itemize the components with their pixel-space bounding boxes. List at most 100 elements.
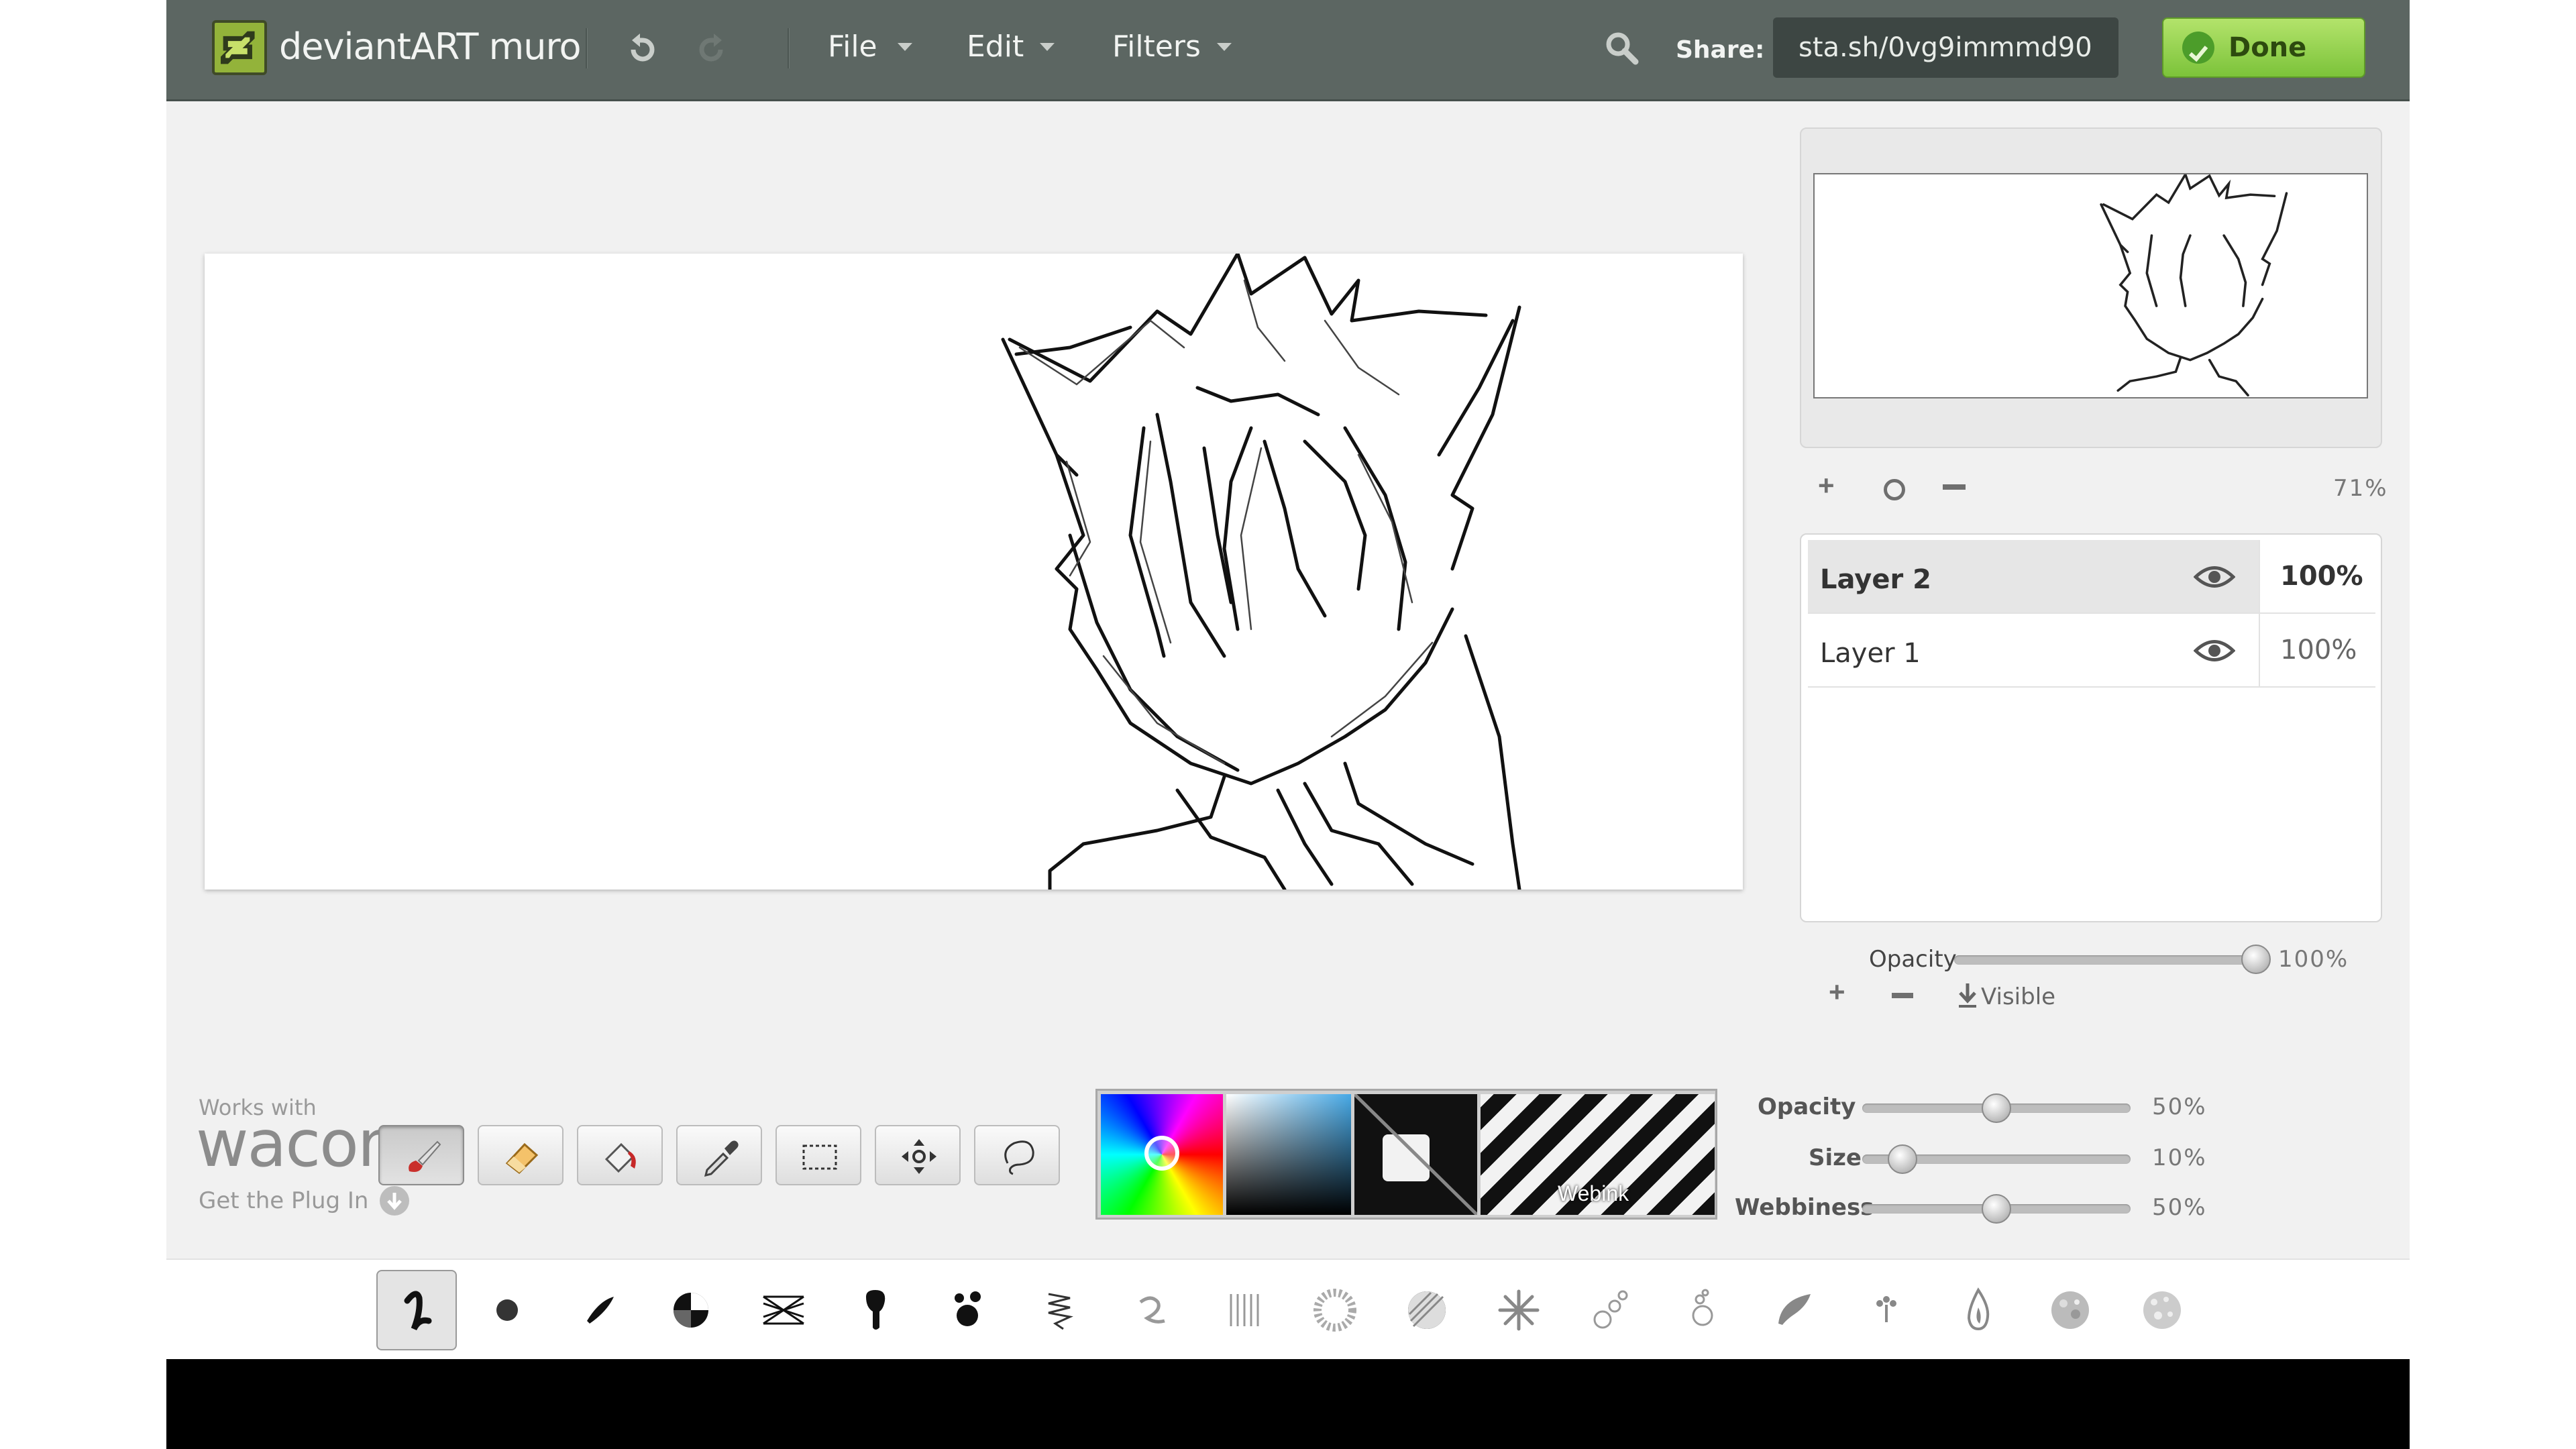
brush-splatter-button[interactable] [927,1270,1008,1350]
flame-icon [1967,1287,1990,1331]
brush-flame-button[interactable] [1938,1270,2019,1350]
brush-soft-round-button[interactable] [467,1270,547,1350]
menu-filters[interactable]: Filters [1112,30,1201,64]
zoom-reset-icon[interactable] [1884,479,1905,500]
brush-bubbles-button[interactable] [1570,1270,1651,1350]
layer-name: Layer 2 [1820,564,1931,595]
sketchy-lines-icon [1048,1293,1073,1330]
feather-stroke-icon [1778,1294,1811,1325]
checkmark-icon [2182,32,2214,64]
brush-size-slider-knob[interactable] [1888,1144,1917,1174]
move-tool-button[interactable] [875,1125,961,1185]
menu-file[interactable]: File [828,30,877,64]
done-button-label: Done [2229,32,2307,63]
chevron-down-icon [1040,43,1055,51]
webink-texture[interactable]: Webink [1481,1094,1715,1215]
get-plugin-link[interactable]: Get the Plug In [199,1187,368,1214]
split-circle-icon [674,1293,708,1328]
color-wheel[interactable] [1101,1094,1223,1215]
brush-lines-button[interactable] [1203,1270,1283,1350]
brush-size-label: Size [1809,1144,1862,1171]
share-url-field[interactable]: sta.sh/0vg9immmd90 [1773,17,2118,78]
burst-icon [1498,1289,1540,1331]
eraser-tool-button[interactable] [478,1125,564,1185]
layer-row[interactable]: Layer 2 100% [1808,540,2375,614]
eye-icon[interactable] [2194,563,2235,591]
hatch-circle-icon [1408,1291,1446,1329]
select-tool-button[interactable] [775,1125,861,1185]
shade-picker[interactable] [1226,1094,1351,1215]
brush-burst-button[interactable] [1479,1270,1559,1350]
layer-opacity-slider[interactable] [1954,955,2256,965]
brush-feather-button[interactable] [1754,1270,1835,1350]
vertical-lines-icon [1230,1294,1259,1326]
brush-leaf-button[interactable] [1846,1270,1927,1350]
brush-circles-button[interactable] [1662,1270,1743,1350]
brush-webbiness-label: Webbiness [1735,1194,1874,1221]
redo-icon[interactable] [691,30,731,70]
layer-opacity: 100% [2259,614,2375,686]
deviantart-logo-icon[interactable] [212,20,267,75]
download-icon[interactable] [1957,982,1978,1009]
brush-sparkle-button[interactable] [2122,1270,2202,1350]
brush-webbiness-value: 50% [2152,1194,2207,1221]
brush-pen-button[interactable] [376,1270,457,1350]
add-layer-icon[interactable]: + [1829,976,1845,1008]
brush-hatch-button[interactable] [1387,1270,1467,1350]
eye-icon[interactable] [2194,637,2235,665]
toolbar-divider [788,28,790,68]
zoom-out-icon[interactable] [1943,484,1966,490]
brush-webbiness-slider-knob[interactable] [1982,1194,2011,1224]
drawing-canvas[interactable] [205,252,1743,892]
fill-tool-button[interactable] [577,1125,663,1185]
marquee-select-icon [802,1144,837,1170]
zoom-in-icon[interactable]: + [1818,470,1835,502]
brush-texture-button[interactable] [2030,1270,2110,1350]
brush-opacity-slider-knob[interactable] [1982,1093,2011,1123]
move-arrows-icon [902,1139,936,1174]
sparkle-ball-icon [2143,1291,2181,1329]
brush-size-value: 10% [2152,1144,2207,1171]
eraser-icon [505,1142,539,1174]
navigator-thumbnail[interactable] [1813,173,2368,398]
primary-secondary-swatch[interactable] [1354,1094,1477,1215]
download-circle-icon[interactable] [380,1186,409,1216]
brush-opacity-value: 50% [2152,1093,2207,1120]
sketch-drawing [1001,252,1521,892]
search-icon[interactable] [1602,28,1642,68]
brush-tool-button[interactable] [378,1125,464,1185]
undo-icon[interactable] [623,30,663,70]
lasso-icon [1004,1140,1034,1175]
done-button[interactable]: Done [2162,17,2365,78]
layer-opacity-slider-knob[interactable] [2241,945,2271,974]
brush-curve-button[interactable] [1111,1270,1191,1350]
curve-stroke-icon [1139,1296,1165,1324]
muro-app: deviantART muro File Edit Filters Share:… [166,0,2410,1449]
brush-dotted-button[interactable] [1295,1270,1375,1350]
brush-calligraphy-button[interactable] [559,1270,639,1350]
sketch-thumbnail [2100,174,2288,396]
pen-stroke-icon [404,1291,432,1331]
paint-drip-icon [866,1290,885,1330]
splatter-dots-icon [955,1291,981,1326]
lasso-tool-button[interactable] [974,1125,1060,1185]
brush-pie-button[interactable] [651,1270,731,1350]
brush-sketchy-button[interactable] [1019,1270,1099,1350]
menu-edit[interactable]: Edit [967,30,1024,64]
layer-row[interactable]: Layer 1 100% [1808,614,2375,688]
brush-drip-button[interactable] [835,1270,916,1350]
remove-layer-icon[interactable] [1892,993,1913,998]
color-picker-handle[interactable] [1144,1136,1179,1171]
paint-bucket-icon [604,1142,636,1173]
share-label: Share: [1676,36,1765,64]
layer-opacity-label: Opacity [1869,946,1957,973]
bubbles-icon [1593,1290,1628,1329]
layer-opacity-value: 100% [2278,946,2349,973]
dotted-circle-icon [1313,1289,1356,1332]
webink-label: Webink [1558,1181,1629,1205]
layer-name: Layer 1 [1820,638,1921,669]
merge-visible-button[interactable]: Visible [1981,983,2055,1010]
brush-crosshatch-button[interactable] [743,1270,824,1350]
eyedropper-tool-button[interactable] [676,1125,762,1185]
calligraphy-stroke-icon [587,1297,614,1324]
